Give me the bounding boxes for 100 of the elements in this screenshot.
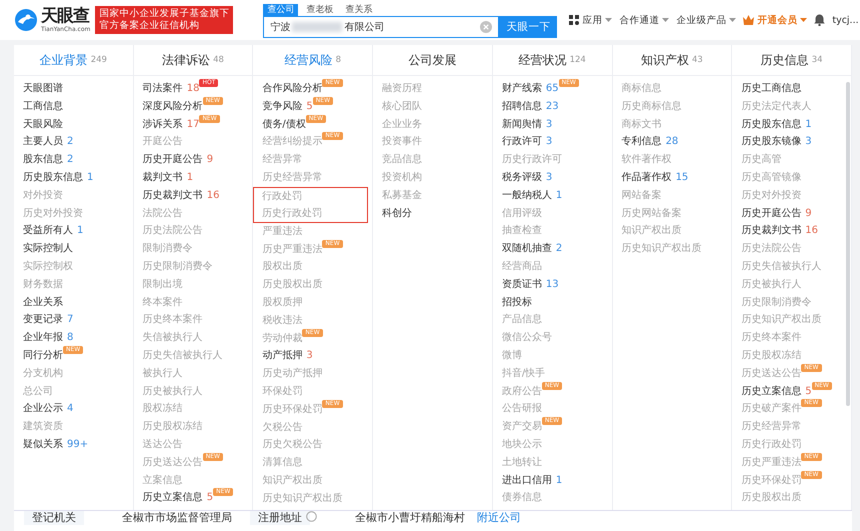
menu-link[interactable]: 立案信息 (142, 472, 183, 490)
menu-link[interactable]: 历史对外投资 (741, 186, 802, 205)
menu-link[interactable]: 历史环保处罚 (262, 400, 322, 419)
menu-link[interactable]: 历史裁判文书 16 (142, 186, 220, 205)
menu-link[interactable]: 历史知识产权出质 (622, 240, 702, 258)
menu-link[interactable]: 实际控制人 (23, 240, 73, 258)
menu-link[interactable]: 裁判文书 1 (142, 168, 194, 187)
menu-link[interactable]: 地块公示 (502, 436, 542, 454)
nav-link[interactable]: 应用 (569, 14, 612, 26)
menu-link[interactable]: 融资历程 (382, 80, 422, 98)
menu-link[interactable]: 历史经营异常 (741, 418, 802, 436)
menu-link[interactable]: 资产交易 (502, 418, 542, 436)
menu-link[interactable]: 信用评级 (502, 204, 542, 222)
menu-link[interactable]: 历史严重违法 (262, 240, 322, 258)
menu-link[interactable]: 招投标 (502, 294, 532, 312)
menu-link[interactable]: 产品信息 (502, 311, 542, 330)
menu-link[interactable]: 历史限制消费令 (142, 258, 213, 276)
menu-link[interactable]: 疑似关系 99+ (23, 436, 88, 454)
menu-link[interactable]: 财产线索 65 (502, 80, 559, 98)
menu-link[interactable]: 清算信息 (262, 454, 302, 472)
menu-link[interactable]: 历史被执行人 (142, 382, 203, 400)
category-tab[interactable]: 知识产权 43 (612, 45, 732, 75)
menu-link[interactable]: 工商信息 (23, 98, 63, 116)
menu-link[interactable]: 经营纠纷提示 (262, 133, 322, 152)
menu-link[interactable]: 历史行政许可 (502, 151, 562, 169)
menu-link[interactable]: 劳动仲裁 (262, 330, 302, 348)
menu-link[interactable]: 私募基金 (382, 186, 422, 205)
menu-link[interactable]: 财务数据 (23, 276, 63, 294)
menu-link[interactable]: 历史失信被执行人 (741, 258, 822, 276)
search-tab[interactable]: 查关系 (341, 4, 376, 16)
nav-link[interactable]: 合作通道 (619, 14, 670, 26)
menu-link[interactable]: 终本案件 (142, 294, 183, 312)
menu-link[interactable]: 股东信息 2 (23, 151, 74, 169)
menu-link[interactable]: 土地转让 (502, 454, 542, 472)
menu-link[interactable]: 欠税公告 (262, 418, 302, 436)
menu-link[interactable]: 税收违法 (262, 312, 302, 330)
menu-link[interactable]: 涉诉关系 17 (142, 116, 200, 134)
menu-link[interactable]: 历史行政处罚 (262, 204, 322, 222)
menu-link[interactable]: 严重违法 (262, 222, 302, 241)
menu-link[interactable]: 历史动产抵押 (262, 365, 322, 383)
menu-link[interactable]: 股权冻结 (142, 400, 183, 418)
menu-link[interactable]: 双随机抽查 2 (502, 240, 562, 258)
nearby-link[interactable]: 附近公司 (477, 511, 521, 525)
user-name[interactable]: tycj... (832, 14, 859, 26)
menu-link[interactable]: 历史高管镜像 (741, 168, 802, 187)
menu-link[interactable]: 动产抵押 3 (262, 347, 313, 366)
menu-link[interactable]: 受益所有人 1 (23, 222, 84, 240)
category-tab[interactable]: 经营状况 124 (492, 45, 613, 75)
menu-link[interactable]: 天眼图谱 (23, 80, 63, 98)
menu-link[interactable]: 实际控制权 (23, 258, 73, 276)
menu-link[interactable]: 微信公众号 (502, 329, 552, 347)
category-tab[interactable]: 法律诉讼 48 (134, 45, 254, 75)
menu-link[interactable]: 企业关系 (23, 294, 63, 312)
menu-link[interactable]: 历史终本案件 (741, 329, 802, 347)
menu-link[interactable]: 新闻舆情 3 (502, 116, 552, 134)
menu-link[interactable]: 招聘信息 23 (502, 98, 559, 116)
menu-link[interactable]: 建筑资质 (23, 418, 63, 436)
menu-link[interactable]: 历史股权出质 (741, 489, 802, 508)
menu-link[interactable]: 被执行人 (142, 364, 183, 383)
menu-link[interactable]: 法院公告 (142, 204, 183, 222)
menu-link[interactable]: 历史行政处罚 (741, 436, 802, 454)
menu-link[interactable]: 历史开庭公告 9 (741, 204, 812, 222)
menu-link[interactable]: 竞争风险 5 (262, 98, 313, 116)
menu-link[interactable]: 历史送达公告 (142, 454, 203, 472)
menu-link[interactable]: 历史法院公告 (741, 240, 802, 258)
menu-link[interactable]: 历史知识产权出质 (741, 311, 822, 330)
menu-link[interactable]: 历史股权冻结 (142, 418, 203, 436)
menu-link[interactable]: 行政许可 3 (502, 133, 552, 152)
menu-link[interactable]: 历史股权出质 (262, 276, 322, 294)
menu-link[interactable]: 经营商品 (502, 258, 542, 276)
menu-link[interactable]: 债券信息 (502, 489, 542, 508)
menu-link[interactable]: 历史裁判文书 16 (741, 222, 818, 240)
menu-link[interactable]: 对外投资 (23, 186, 63, 205)
menu-link[interactable]: 债务/债权 (262, 116, 306, 134)
menu-link[interactable]: 竞品信息 (382, 151, 422, 169)
menu-link[interactable]: 税务评级 3 (502, 168, 552, 187)
menu-link[interactable]: 历史对外投资 (23, 204, 83, 222)
menu-link[interactable]: 知识产权出质 (622, 222, 682, 240)
menu-link[interactable]: 失信被执行人 (142, 329, 203, 347)
menu-link[interactable]: 变更记录 7 (23, 311, 74, 330)
menu-link[interactable]: 历史严重违法 (741, 454, 802, 472)
menu-link[interactable]: 限制出境 (142, 276, 183, 294)
menu-link[interactable]: 一般纳税人 1 (502, 186, 562, 205)
menu-link[interactable]: 投资机构 (382, 168, 422, 187)
menu-link[interactable]: 历史破产案件 (741, 400, 802, 418)
menu-link[interactable]: 历史商标信息 (622, 98, 682, 116)
menu-link[interactable]: 历史法定代表人 (741, 98, 812, 116)
menu-link[interactable]: 投资事件 (382, 133, 422, 152)
search-tab[interactable]: 查老板 (302, 4, 338, 16)
menu-link[interactable]: 同行分析 (23, 346, 63, 365)
menu-link[interactable]: 分支机构 (23, 364, 63, 383)
search-tab[interactable]: 查公司 (263, 4, 298, 16)
menu-link[interactable]: 资质证书 13 (502, 276, 559, 294)
menu-link[interactable]: 历史送达公告 (741, 364, 802, 383)
menu-link[interactable]: 科创分 (382, 204, 412, 222)
menu-link[interactable]: 历史终本案件 (142, 311, 203, 330)
menu-link[interactable]: 历史知识产权出质 (262, 490, 342, 508)
menu-link[interactable]: 股权出质 (262, 258, 302, 276)
menu-link[interactable]: 软件著作权 (622, 151, 672, 169)
menu-link[interactable]: 历史立案信息 5 (741, 382, 812, 400)
